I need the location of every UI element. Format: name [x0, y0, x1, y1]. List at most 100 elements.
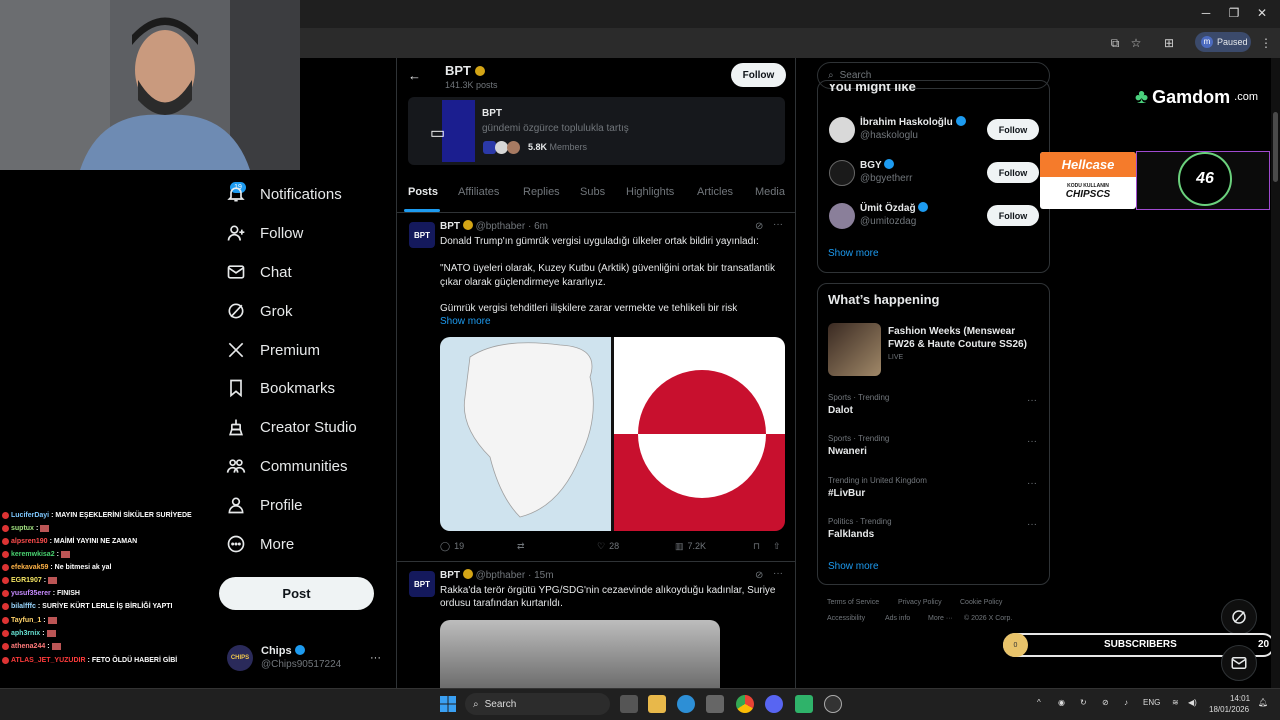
follow-button[interactable]: Follow	[987, 119, 1039, 140]
trend-name[interactable]: Falklands	[828, 529, 874, 540]
tweet-media[interactable]	[440, 337, 785, 531]
tray-mic-icon[interactable]: ♪	[1124, 698, 1128, 707]
back-arrow-icon[interactable]: ←	[408, 68, 421, 83]
show-more-link[interactable]: Show more	[828, 248, 879, 259]
trend-name[interactable]: Dalot	[828, 405, 853, 416]
follow-button[interactable]: Follow	[987, 205, 1039, 226]
app-icon[interactable]	[795, 695, 813, 713]
community-card[interactable]: ▭ BPT gündemi özgürce toplulukla tartış …	[408, 97, 785, 165]
nav-communities[interactable]: Communities	[226, 451, 348, 481]
nav-premium[interactable]: Premium	[226, 335, 320, 365]
nav-notifications[interactable]: Notifications	[226, 179, 342, 209]
suggestion-avatar[interactable]	[829, 203, 855, 229]
nav-bookmarks[interactable]: Bookmarks	[226, 373, 335, 403]
windows-start-icon[interactable]	[440, 696, 456, 712]
share-button[interactable]: ⇧	[773, 540, 781, 552]
suggestion-name[interactable]: Ümit Özdağ	[860, 202, 929, 214]
event-thumbnail[interactable]	[828, 323, 881, 376]
trend-name[interactable]: Nwaneri	[828, 446, 867, 457]
tweet-author[interactable]: BPT	[440, 570, 460, 581]
edge-icon[interactable]	[677, 695, 695, 713]
trend-more-icon[interactable]: ···	[1027, 478, 1037, 489]
repost-button[interactable]: ⇄	[517, 540, 525, 552]
tweet-avatar[interactable]: BPT	[409, 571, 435, 597]
suggestion-avatar[interactable]	[829, 160, 855, 186]
discord-icon[interactable]	[765, 695, 783, 713]
close-window-button[interactable]: ✕	[1252, 6, 1272, 22]
reply-button[interactable]: ◯ 19	[440, 540, 464, 552]
tray-chevron-icon[interactable]: ^	[1037, 698, 1041, 707]
account-avatar[interactable]: CHIPS	[227, 645, 253, 671]
tray-language[interactable]: ENG	[1143, 698, 1160, 707]
volume-icon[interactable]: ◀)	[1188, 698, 1197, 707]
messages-button[interactable]	[1221, 645, 1257, 681]
tab-subs[interactable]: Subs	[580, 186, 605, 206]
nav-profile[interactable]: Profile	[226, 490, 303, 520]
bookmark-button[interactable]: ⊓	[753, 540, 760, 552]
taskbar-time[interactable]: 14:01	[1230, 694, 1250, 703]
store-icon[interactable]	[706, 695, 724, 713]
footer-link[interactable]: Terms of Service	[827, 599, 879, 606]
follow-button[interactable]: Follow	[731, 63, 786, 87]
account-name[interactable]: Chips	[261, 645, 305, 657]
event-title[interactable]: Fashion Weeks (Menswear FW26 & Haute Cou…	[888, 325, 1038, 351]
star-icon[interactable]: ☆	[1128, 36, 1144, 52]
account-more-icon[interactable]: ···	[370, 652, 381, 664]
grok-icon[interactable]	[1221, 599, 1257, 635]
task-view-icon[interactable]	[620, 695, 638, 713]
grok-icon[interactable]: ⊘	[755, 221, 763, 232]
tweet-handle[interactable]: @bpthaber	[476, 221, 526, 232]
footer-link[interactable]: Ads info	[885, 615, 910, 622]
notification-bell-icon[interactable]: 🔔︎	[1258, 698, 1268, 707]
scrollbar-thumb[interactable]	[1273, 112, 1278, 182]
grok-icon[interactable]: ⊘	[755, 570, 763, 581]
tray-sync-icon[interactable]: ↻	[1080, 698, 1087, 707]
trend-more-icon[interactable]: ···	[1027, 395, 1037, 406]
tweet-media[interactable]	[440, 620, 720, 690]
tweet-more-icon[interactable]: ···	[773, 219, 783, 230]
suggestion-avatar[interactable]	[829, 117, 855, 143]
nav-grok[interactable]: Grok	[226, 296, 293, 326]
suggestion-name[interactable]: İbrahim Haskoloğlu	[860, 116, 966, 128]
nav-more[interactable]: More	[226, 529, 294, 559]
tweet-more-icon[interactable]: ···	[773, 568, 783, 579]
follow-button[interactable]: Follow	[987, 162, 1039, 183]
tab-articles[interactable]: Articles	[697, 186, 733, 206]
show-more-link[interactable]: Show more	[440, 315, 491, 329]
footer-link[interactable]: Privacy Policy	[898, 599, 942, 606]
maximize-button[interactable]: ❐	[1224, 6, 1244, 22]
tab-highlights[interactable]: Highlights	[626, 186, 674, 206]
chrome-icon[interactable]	[736, 695, 754, 713]
tab-media[interactable]: Media	[755, 186, 785, 206]
footer-link[interactable]: Accessibility	[827, 615, 865, 622]
post-button[interactable]: Post	[219, 577, 374, 610]
trend-more-icon[interactable]: ···	[1027, 436, 1037, 447]
tray-discord-icon[interactable]: ◉	[1058, 698, 1065, 707]
trend-more-icon[interactable]: ···	[1027, 519, 1037, 530]
wifi-icon[interactable]: ≋	[1172, 698, 1179, 707]
suggestion-name[interactable]: BGY	[860, 159, 895, 171]
nav-follow[interactable]: Follow	[226, 218, 303, 248]
nav-creator-studio[interactable]: Creator Studio	[226, 412, 357, 442]
trend-name[interactable]: #LivBur	[828, 488, 865, 499]
tray-network-off-icon[interactable]: ⊘	[1102, 698, 1109, 707]
tweet-handle[interactable]: @bpthaber	[476, 570, 526, 581]
footer-link[interactable]: More ···	[928, 615, 953, 622]
file-explorer-icon[interactable]	[648, 695, 666, 713]
extensions-icon[interactable]: ⊞	[1161, 36, 1177, 52]
taskbar-search[interactable]: ⌕ Search	[465, 693, 610, 715]
browser-menu-icon[interactable]: ⋮	[1258, 36, 1274, 52]
tab-replies[interactable]: Replies	[523, 186, 560, 206]
tab-affiliates[interactable]: Affiliates	[458, 186, 499, 206]
taskbar-date[interactable]: 18/01/2026	[1209, 705, 1249, 714]
cast-icon[interactable]: ⧉	[1107, 36, 1123, 52]
tweet-author[interactable]: BPT	[440, 221, 460, 232]
tweet-avatar[interactable]: BPT	[409, 222, 435, 248]
profile-paused-button[interactable]: m Paused	[1195, 32, 1251, 52]
nav-chat[interactable]: Chat	[226, 257, 292, 287]
footer-link[interactable]: Cookie Policy	[960, 599, 1002, 606]
minimize-button[interactable]: ─	[1196, 6, 1216, 22]
show-more-link[interactable]: Show more	[828, 561, 879, 572]
tab-posts[interactable]: Posts	[408, 186, 438, 206]
views-button[interactable]: ▥ 7.2K	[675, 540, 706, 552]
